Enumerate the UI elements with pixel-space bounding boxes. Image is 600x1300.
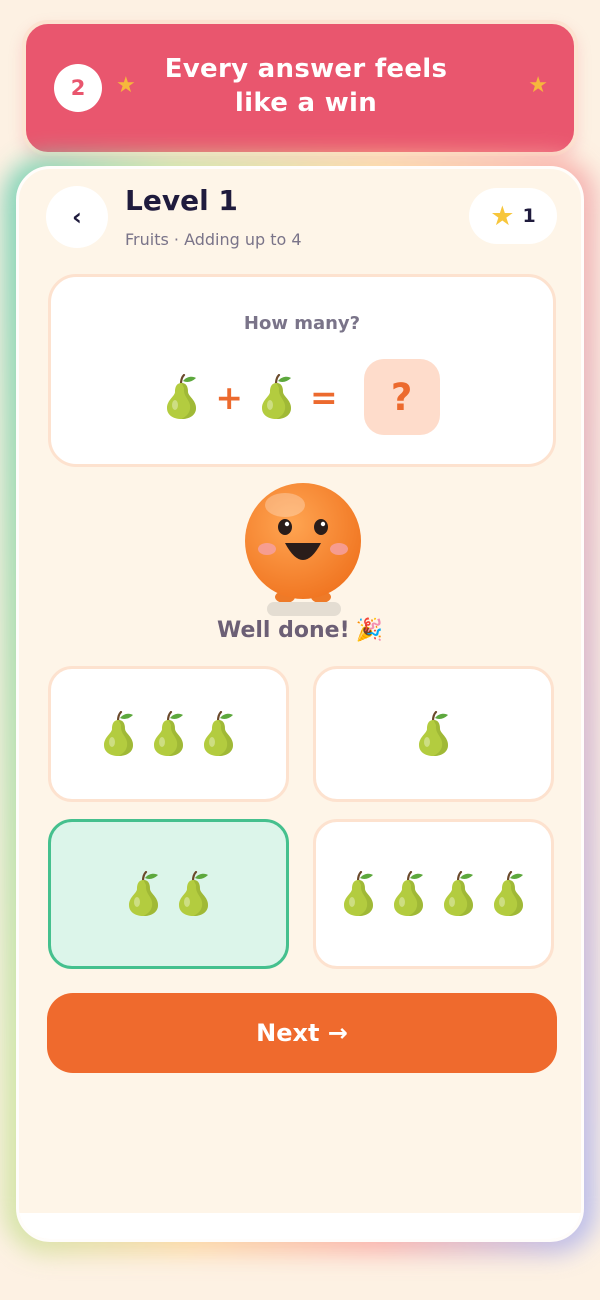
party-popper-icon: 🎉 [355,618,384,643]
feedback-text: Well done! [216,618,350,643]
answer-placeholder: ? [363,359,440,435]
star-count: 1 [522,205,536,227]
question-prompt: How many? [243,313,361,334]
equals-sign: = [310,377,338,417]
pear-icon [491,871,526,917]
pear-icon [164,374,199,420]
feedback-message: Well done! 🎉 [19,618,581,643]
mascot-shadow [267,602,341,616]
card-footer-strip [19,1213,581,1239]
pear-icon [176,871,211,917]
star-counter: ★ 1 [469,188,557,244]
answer-option[interactable] [48,666,289,802]
app-screen: ‹ Level 1 Fruits · Adding up to 4 ★ 1 Ho… [16,166,584,1242]
pear-icon [259,374,294,420]
banner-title: Every answer feels like a win [164,54,448,118]
star-icon: ★ [490,200,515,232]
level-subtitle: Fruits · Adding up to 4 [125,230,302,249]
pear-icon [391,871,426,917]
step-badge: 2 [54,64,102,112]
pear-icon [416,711,451,757]
pear-icon [341,871,376,917]
pear-icon [126,871,161,917]
star-icon: ★ [116,73,136,98]
answer-option[interactable] [48,819,289,969]
plus-sign: + [215,377,243,417]
pear-icon [441,871,476,917]
pear-icon [201,711,236,757]
star-icon: ★ [528,73,548,98]
pear-icon [101,711,136,757]
equation: + = ? [51,357,553,437]
answer-option[interactable] [313,819,554,969]
answer-option[interactable] [313,666,554,802]
next-button[interactable]: Next → [47,993,557,1073]
chevron-left-icon: ‹ [72,203,82,231]
back-button[interactable]: ‹ [46,186,108,248]
question-panel: How many? + = ? [48,274,556,467]
level-title: Level 1 [125,184,238,217]
mascot-orange [245,483,361,603]
pear-icon [151,711,186,757]
promo-banner: 2 ★ Every answer feels like a win ★ [22,20,578,156]
